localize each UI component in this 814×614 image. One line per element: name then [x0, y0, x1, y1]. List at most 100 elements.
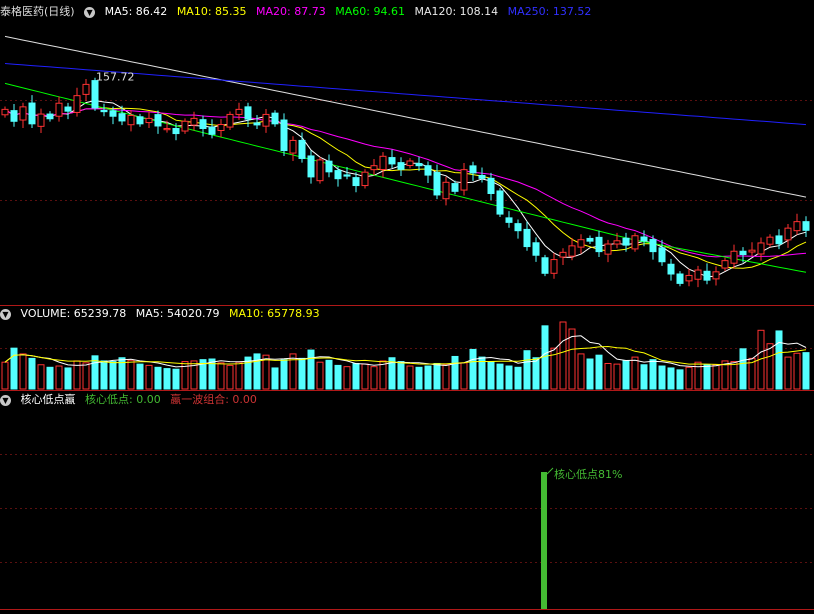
volume-bar [487, 361, 495, 390]
chevron-down-icon[interactable]: ▼ [84, 6, 96, 18]
volume-bar [802, 352, 810, 390]
ma60-label: MA60: 94.61 [335, 5, 405, 18]
volume-ma10: MA10: 65778.93 [228, 307, 320, 320]
volume-bar [415, 366, 423, 390]
chevron-down-icon[interactable]: ▼ [0, 394, 11, 406]
candle [622, 232, 630, 252]
candle [730, 244, 738, 269]
volume-bar [424, 365, 432, 390]
volume-bar [451, 355, 459, 390]
volume-bar [82, 362, 90, 390]
candle [739, 247, 747, 263]
candle [64, 102, 72, 120]
volume-bar [586, 358, 594, 390]
candle [649, 235, 657, 260]
volume-bar [325, 359, 333, 390]
candle [280, 113, 288, 156]
candle [613, 232, 621, 249]
candle [703, 263, 711, 285]
volume-bar [298, 357, 306, 390]
volume-bar [460, 362, 468, 390]
volume-bar [127, 359, 135, 390]
volume-bar [334, 364, 342, 390]
volume-bar [559, 321, 567, 390]
candle [766, 234, 774, 248]
volume-bar [739, 348, 747, 390]
candle [469, 161, 477, 181]
ma20-label: MA20: 87.73 [256, 5, 326, 18]
candle [694, 265, 702, 288]
candle [550, 252, 558, 279]
candle [361, 169, 369, 189]
volume-bar [505, 365, 513, 390]
volume-bar [217, 362, 225, 390]
volume-bar [235, 361, 243, 390]
candle [442, 176, 450, 206]
volume-bar [757, 329, 765, 390]
volume-bar [262, 354, 270, 390]
ma250-label: MA250: 137.52 [507, 5, 592, 18]
indicator-title: 核心低点蠃 [20, 393, 76, 406]
candle [802, 216, 810, 237]
candle [370, 159, 378, 176]
candle [748, 242, 756, 257]
volume-bar [721, 360, 729, 390]
volume-bar [676, 369, 684, 390]
volume-bar [190, 360, 198, 390]
candle [145, 111, 153, 128]
signal-pointer [546, 467, 554, 475]
volume-bar [307, 349, 315, 390]
volume-bar [316, 361, 324, 390]
candle [577, 234, 585, 254]
volume-bar [397, 361, 405, 390]
volume-bar [64, 367, 72, 390]
volume-bar [406, 365, 414, 390]
candle [757, 237, 765, 261]
volume-bar [532, 357, 540, 390]
candle [397, 157, 405, 176]
volume-bar [568, 328, 576, 390]
volume-ma5: MA5: 54020.79 [135, 307, 220, 320]
candle [478, 167, 486, 183]
candle [82, 78, 90, 102]
candle [379, 152, 387, 178]
candle [325, 154, 333, 178]
volume-bar [163, 368, 171, 390]
candle [136, 113, 144, 127]
volume-bar [55, 365, 63, 390]
volume-bar [631, 356, 639, 390]
candle [91, 77, 99, 111]
candle [46, 111, 54, 122]
candle [784, 224, 792, 248]
volume-bar [478, 356, 486, 390]
volume-bar [253, 353, 261, 390]
volume-bar [712, 364, 720, 390]
candle [658, 239, 666, 266]
volume-bar [136, 363, 144, 390]
volume-bar [793, 352, 801, 390]
volume-header: ▼ VOLUME: 65239.78 MA5: 54020.79 MA10: 6… [0, 306, 326, 322]
signal-bar [541, 472, 547, 609]
volume-bar [10, 347, 18, 390]
candle [289, 136, 297, 161]
volume-bar [550, 347, 558, 390]
stock-name[interactable]: 泰格医药(日线) [0, 5, 75, 18]
candle [10, 103, 18, 127]
volume-ma5-line [4, 335, 807, 368]
candle [721, 257, 729, 271]
chevron-down-icon[interactable]: ▼ [0, 308, 11, 320]
candle [640, 230, 648, 247]
volume-bar [109, 361, 117, 390]
ma120-line [4, 35, 807, 198]
candle [19, 102, 27, 128]
volume-bar [100, 360, 108, 390]
candle [208, 119, 216, 139]
indicator-label2: 蠃一波组合: 0.00 [170, 393, 257, 406]
volume-bar [73, 360, 81, 390]
volume-bar [271, 367, 279, 390]
ma60-line [4, 82, 807, 273]
candle [1, 106, 9, 118]
volume-bar [496, 363, 504, 390]
candle [505, 211, 513, 228]
candle [685, 268, 693, 287]
